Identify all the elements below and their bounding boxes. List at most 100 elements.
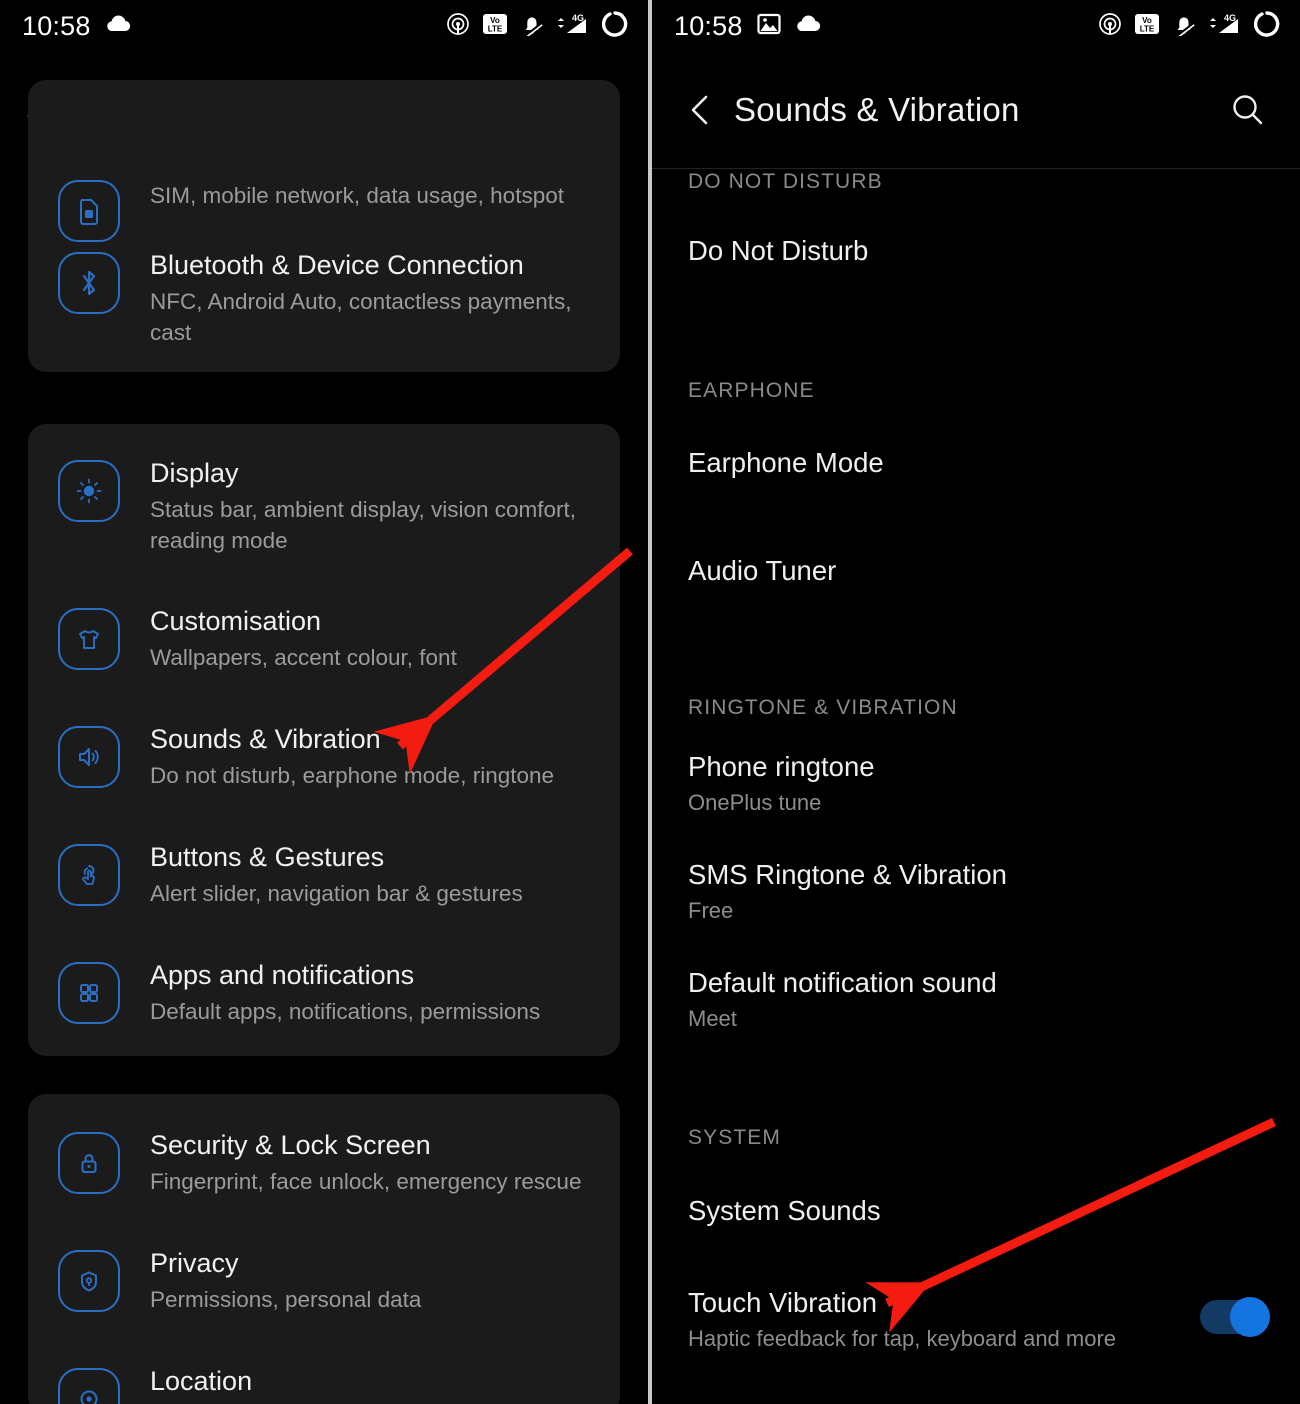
list-item-phone-ringtone[interactable]: Phone ringtone OnePlus tune <box>688 750 1270 818</box>
list-item-do-not-disturb[interactable]: Do Not Disturb <box>688 234 1270 268</box>
bluetooth-icon <box>28 248 150 314</box>
list-item-text: Privacy Permissions, personal data <box>150 1246 620 1315</box>
list-item[interactable]: Apps and notifications Default apps, not… <box>28 958 620 1027</box>
list-item-subtitle: Permissions, personal data <box>150 1287 422 1312</box>
list-item[interactable]: Buttons & Gestures Alert slider, navigat… <box>28 840 620 909</box>
list-item-text: Security & Lock Screen Fingerprint, face… <box>150 1128 620 1197</box>
section-header-do-not-disturb: DO NOT DISTURB <box>688 170 883 193</box>
list-item-subtitle: Haptic feedback for tap, keyboard and mo… <box>688 1326 1117 1351</box>
image-icon <box>756 13 781 40</box>
list-item-text: Buttons & Gestures Alert slider, navigat… <box>150 840 620 909</box>
settings-list[interactable]: SIM, mobile network, data usage, hotspot… <box>0 80 648 1404</box>
list-item[interactable]: SIM, mobile network, data usage, hotspot <box>28 176 620 242</box>
signal-4g-icon: 4G <box>556 12 590 41</box>
list-item-subtitle: Wallpapers, accent colour, font <box>150 645 457 670</box>
list-item[interactable]: Customisation Wallpapers, accent colour,… <box>28 604 620 673</box>
location-pin-icon <box>28 1364 150 1404</box>
svg-text:LTE: LTE <box>488 24 503 33</box>
location-broadcast-icon <box>1098 12 1122 41</box>
list-item-value: OnePlus tune <box>688 790 822 815</box>
list-item-title: Phone ringtone <box>688 751 875 782</box>
list-item-title: Display <box>150 458 239 488</box>
list-item-title: Location <box>150 1366 253 1396</box>
list-item-audio-tuner[interactable]: Audio Tuner <box>688 554 1270 588</box>
chevron-left-icon[interactable] <box>678 87 724 133</box>
list-item-touch-vibration[interactable]: Touch Vibration Haptic feedback for tap,… <box>688 1286 1270 1354</box>
list-item-subtitle: Fingerprint, face unlock, emergency resc… <box>150 1169 582 1194</box>
list-item-title: SMS Ringtone & Vibration <box>688 859 1007 890</box>
list-item-title: Touch Vibration <box>688 1287 878 1318</box>
list-item-earphone-mode[interactable]: Earphone Mode <box>688 446 1270 480</box>
list-item-system-sounds[interactable]: System Sounds <box>688 1194 1270 1228</box>
status-bar-left-group: 10:58 <box>22 11 131 42</box>
list-item-text: Bluetooth & Device Connection NFC, Andro… <box>150 248 620 348</box>
status-bar-left-group: 10:58 <box>674 11 821 42</box>
volte-icon: Vo LTE <box>1134 12 1160 41</box>
status-bar-right-group: Vo LTE 4G <box>446 0 628 52</box>
list-item-sounds-vibration[interactable]: Sounds & Vibration Do not disturb, earph… <box>28 722 620 791</box>
list-item-title: Sounds & Vibration <box>150 724 381 754</box>
svg-text:4G: 4G <box>1224 13 1236 23</box>
list-item-value: Meet <box>688 1006 737 1031</box>
touch-vibration-toggle[interactable] <box>1200 1297 1270 1337</box>
page-title: Sounds & Vibration <box>734 91 1020 128</box>
mute-bell-icon <box>1172 12 1196 41</box>
list-item[interactable]: Bluetooth & Device Connection NFC, Andro… <box>28 248 620 348</box>
status-bar-right-group: Vo LTE 4G <box>1098 0 1280 52</box>
toggle-knob <box>1230 1297 1270 1337</box>
tshirt-icon <box>28 604 150 670</box>
svg-text:LTE: LTE <box>1140 24 1155 33</box>
search-icon[interactable] <box>1222 84 1274 136</box>
list-item-default-notification-sound[interactable]: Default notification sound Meet <box>688 966 1270 1034</box>
touch-gesture-icon <box>28 840 150 906</box>
status-bar-left: 10:58 Vo LTE 4G <box>0 0 648 52</box>
settings-group-connections: SIM, mobile network, data usage, hotspot… <box>28 80 620 372</box>
list-item-text: Sounds & Vibration Do not disturb, earph… <box>150 722 620 791</box>
list-item[interactable]: Location <box>28 1364 620 1404</box>
sounds-settings-list[interactable]: DO NOT DISTURB Do Not Disturb EARPHONE E… <box>652 164 1300 1404</box>
list-item-subtitle: SIM, mobile network, data usage, hotspot <box>150 183 564 208</box>
cloud-icon <box>795 15 821 38</box>
settings-group-privacy: Security & Lock Screen Fingerprint, face… <box>28 1094 620 1404</box>
signal-4g-icon: 4G <box>1208 12 1242 41</box>
list-item[interactable]: Privacy Permissions, personal data <box>28 1246 620 1315</box>
list-item-subtitle: Status bar, ambient display, vision comf… <box>150 497 577 553</box>
list-item-subtitle: Alert slider, navigation bar & gestures <box>150 881 523 906</box>
list-item-title: Do Not Disturb <box>688 235 869 266</box>
dual-screenshot-composite: 10:58 Vo LTE 4G SIM, mobile network, dat… <box>0 0 1300 1404</box>
list-item-title: Audio Tuner <box>688 555 837 586</box>
list-item-title: Buttons & Gestures <box>150 842 385 872</box>
list-item-subtitle: Default apps, notifications, permissions <box>150 999 541 1024</box>
list-item-text: Apps and notifications Default apps, not… <box>150 958 620 1027</box>
battery-ring-icon <box>601 10 628 42</box>
list-item-sms-ringtone[interactable]: SMS Ringtone & Vibration Free <box>688 858 1270 926</box>
list-item-title: System Sounds <box>688 1195 881 1226</box>
volte-icon: Vo LTE <box>482 12 508 41</box>
list-item-text: Display Status bar, ambient display, vis… <box>150 456 620 556</box>
svg-text:4G: 4G <box>572 13 584 23</box>
cloud-icon <box>105 15 131 38</box>
section-header-ringtone-vibration: RINGTONE & VIBRATION <box>688 696 958 719</box>
settings-screen: 10:58 Vo LTE 4G SIM, mobile network, dat… <box>0 0 648 1404</box>
status-time: 10:58 <box>674 10 743 41</box>
list-item-title: Security & Lock Screen <box>150 1130 431 1160</box>
list-item-value: Free <box>688 898 734 923</box>
list-item-title: Bluetooth & Device Connection <box>150 250 524 280</box>
list-item[interactable]: Display Status bar, ambient display, vis… <box>28 456 620 556</box>
battery-ring-icon <box>1253 10 1280 42</box>
list-item-text: Customisation Wallpapers, accent colour,… <box>150 604 620 673</box>
apps-grid-icon <box>28 958 150 1024</box>
list-item-subtitle: Do not disturb, earphone mode, ringtone <box>150 763 555 788</box>
list-item-subtitle: NFC, Android Auto, contactless payments,… <box>150 289 572 345</box>
sim-card-icon <box>28 176 150 242</box>
brightness-icon <box>28 456 150 522</box>
header-divider <box>652 168 1300 169</box>
shield-key-icon <box>28 1246 150 1312</box>
status-time: 10:58 <box>22 10 91 41</box>
list-item-title: Customisation <box>150 606 322 636</box>
list-item[interactable]: Security & Lock Screen Fingerprint, face… <box>28 1128 620 1197</box>
list-item-text: Location <box>150 1364 620 1398</box>
mute-bell-icon <box>520 12 544 41</box>
section-header-system: SYSTEM <box>688 1126 781 1149</box>
list-item-title: Privacy <box>150 1248 239 1278</box>
